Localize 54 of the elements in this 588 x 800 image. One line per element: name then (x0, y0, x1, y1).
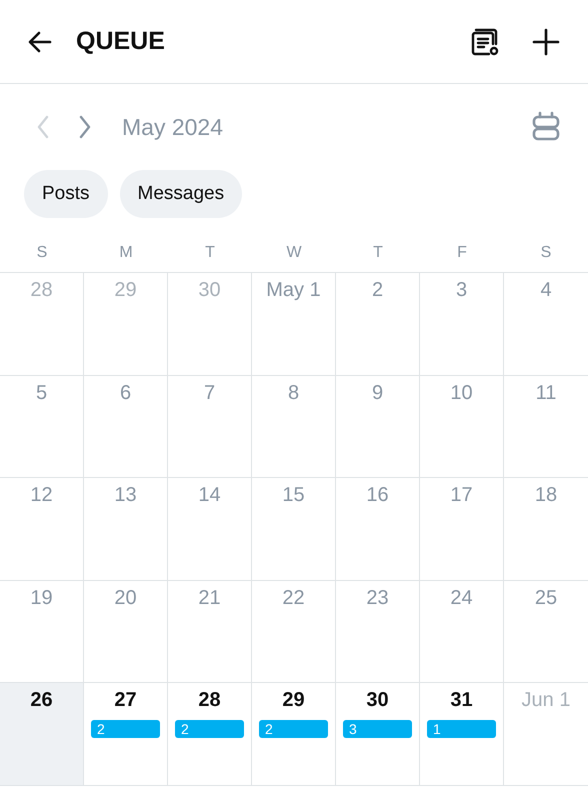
day-cell[interactable]: 8 (252, 376, 336, 478)
weekday-label: T (204, 244, 216, 262)
month-label: May 2024 (122, 114, 224, 140)
day-cell[interactable]: 12 (0, 478, 84, 581)
post-count-badge[interactable]: 1 (427, 720, 496, 738)
next-month-icon[interactable] (78, 115, 92, 139)
day-cell[interactable]: 25 (504, 580, 588, 684)
filter-chip[interactable]: Posts (24, 170, 108, 218)
day-cell[interactable]: 6 (84, 376, 168, 478)
weekday-label: T (372, 244, 384, 262)
filter-chip[interactable]: Messages (120, 170, 242, 218)
day-cell[interactable]: 23 (336, 580, 420, 684)
day-cell[interactable]: 10 (420, 376, 504, 478)
day-cell[interactable]: 5 (0, 376, 84, 478)
document-icon[interactable] (470, 26, 500, 56)
day-cell[interactable]: 17 (420, 478, 504, 581)
day-cell[interactable]: Jun 1 (504, 683, 588, 786)
day-cell[interactable]: 16 (336, 478, 420, 581)
day-cell[interactable]: 30 (168, 273, 252, 376)
day-cell[interactable]: 31 1 (420, 683, 504, 786)
weekday-label: S (540, 244, 552, 262)
day-cell[interactable]: 28 (0, 273, 84, 376)
day-cell[interactable]: 29 (84, 273, 168, 376)
calendar-view-icon[interactable] (532, 111, 560, 143)
page-title: QUEUE (76, 27, 165, 56)
day-cell[interactable]: 14 (168, 478, 252, 581)
weekday-label: M (118, 244, 134, 262)
day-cell[interactable]: 3 (420, 273, 504, 376)
day-cell[interactable]: 20 (84, 580, 168, 684)
day-cell[interactable]: 15 (252, 478, 336, 581)
day-cell[interactable]: 26 (0, 683, 84, 786)
day-cell[interactable]: 24 (420, 580, 504, 684)
day-cell[interactable]: 7 (168, 376, 252, 478)
day-cell[interactable]: 11 (504, 376, 588, 478)
day-cell[interactable]: 22 (252, 580, 336, 684)
weekday-label: S (36, 244, 48, 262)
post-count-badge[interactable]: 3 (343, 720, 412, 738)
day-cell[interactable]: 21 (168, 580, 252, 684)
weekday-label: W (285, 244, 303, 262)
day-cell[interactable]: May 1 (252, 273, 336, 376)
post-count-badge[interactable]: 2 (91, 720, 160, 738)
post-count-badge[interactable]: 2 (175, 720, 244, 738)
day-cell[interactable]: 18 (504, 478, 588, 581)
weekday-label: F (456, 244, 468, 262)
day-cell[interactable]: 13 (84, 478, 168, 581)
day-cell[interactable]: 30 3 (336, 683, 420, 786)
add-icon[interactable] (532, 28, 560, 56)
day-cell[interactable]: 4 (504, 273, 588, 376)
day-cell[interactable]: 29 2 (252, 683, 336, 786)
day-cell[interactable]: 28 2 (168, 683, 252, 786)
day-cell[interactable]: 9 (336, 376, 420, 478)
day-cell[interactable]: 27 2 (84, 683, 168, 786)
day-cell[interactable]: 2 (336, 273, 420, 376)
post-count-badge[interactable]: 2 (259, 720, 328, 738)
